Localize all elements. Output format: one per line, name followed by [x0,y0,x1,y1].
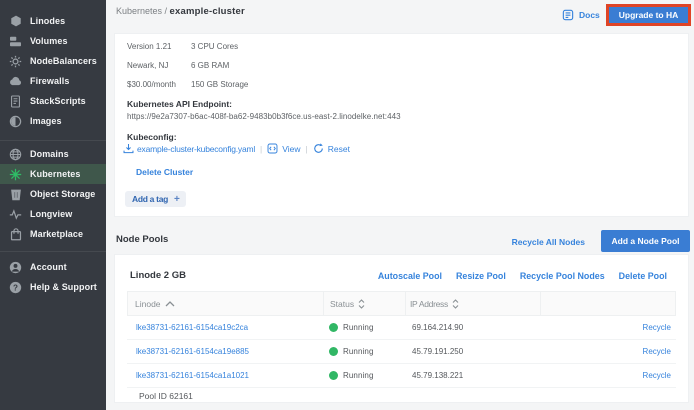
svg-text:?: ? [13,283,18,292]
